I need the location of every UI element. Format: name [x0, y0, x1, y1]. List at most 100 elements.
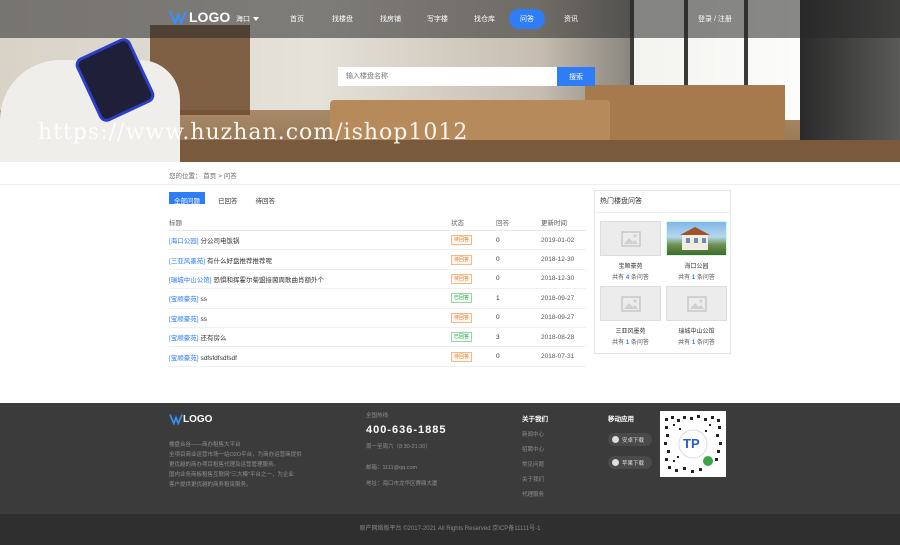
col-updated: 更新时间: [541, 219, 567, 227]
estate-qa-count: 共有 1 条问答: [599, 337, 662, 346]
question-title-cell[interactable]: [宝顺豪苑] sdfsfdfsdfsdf: [169, 352, 451, 362]
question-title[interactable]: 分公司电饭锅: [200, 238, 239, 245]
estate-name[interactable]: 三亚风墨苑: [599, 326, 662, 335]
question-title-cell[interactable]: [宝顺豪苑] ss: [169, 293, 451, 303]
question-estate-tag[interactable]: [宝顺豪苑]: [169, 355, 199, 362]
status-cell: 待回答: [451, 254, 496, 265]
android-download-button[interactable]: 安卓下载: [608, 433, 652, 446]
status-badge: 待回答: [451, 312, 473, 323]
table-row[interactable]: [海口公园] 分公司电饭锅 待回答 0 2019-01-02: [169, 231, 586, 251]
estate-thumbnail[interactable]: [600, 286, 661, 321]
question-estate-tag[interactable]: [宝顺豪苑]: [169, 316, 199, 323]
estate-thumbnail[interactable]: [666, 286, 727, 321]
ios-download-button[interactable]: 苹果下载: [608, 456, 652, 469]
search-bar: 搜索: [338, 67, 595, 86]
question-estate-tag[interactable]: [瑞城中山公馆]: [169, 277, 212, 284]
footer-desc-line: 客户提供更优越的商务租赁服务。: [169, 482, 252, 488]
search-button[interactable]: 搜索: [557, 67, 595, 86]
question-estate-tag[interactable]: [三亚风墨苑]: [169, 258, 205, 265]
answer-count: 0: [496, 314, 500, 322]
estate-thumbnail[interactable]: [600, 221, 661, 256]
tab-all[interactable]: 全部问题: [169, 192, 205, 205]
footer-link-jobs[interactable]: 招聘中心: [522, 445, 544, 453]
estate-qa-count: 共有 4 条问答: [599, 272, 662, 281]
login-register-link[interactable]: 登录 / 注册: [698, 14, 732, 24]
nav-item-warehouse[interactable]: 找仓库: [474, 14, 495, 24]
question-title[interactable]: 有什么好盘推荐推荐呢: [207, 258, 272, 265]
table-row[interactable]: [宝顺豪苑] sdfsfdfsdfsdf 待回答 0 2018-07-31: [169, 347, 586, 367]
question-title-cell[interactable]: [海口公园] 分公司电饭锅: [169, 235, 451, 245]
estate-thumbnail[interactable]: [666, 221, 727, 256]
question-estate-tag[interactable]: [宝顺豪苑]: [169, 296, 199, 303]
nav-item-shops[interactable]: 找房铺: [380, 14, 401, 24]
count-number: 1: [691, 340, 696, 346]
nav-item-estate[interactable]: 找楼盘: [332, 14, 353, 24]
nav-item-office[interactable]: 写字楼: [427, 14, 448, 24]
table-row[interactable]: [宝顺豪苑] ss 已回答 1 2018-09-27: [169, 289, 586, 309]
updated-date: 2018-07-31: [541, 353, 575, 361]
qa-tabs: 全部问题 已回答 待回答: [169, 192, 288, 205]
hot-estate-card[interactable]: 三亚风墨苑共有 1 条问答: [599, 286, 662, 346]
question-title[interactable]: 恐惧和挥霍尔菊盟接菌周歌曲肖额外个: [213, 277, 324, 284]
tab-unanswered[interactable]: 待回答: [251, 192, 281, 205]
col-title: 标题: [169, 219, 182, 227]
question-title[interactable]: sdfsfdfsdfsdf: [200, 355, 237, 362]
question-title-cell[interactable]: [瑞城中山公馆] 恐惧和挥霍尔菊盟接菌周歌曲肖额外个: [169, 274, 451, 284]
nav-item-qa[interactable]: 问答: [509, 9, 545, 29]
updated-date: 2018-08-28: [541, 333, 575, 341]
question-title[interactable]: ss: [200, 316, 207, 323]
estate-name[interactable]: 宝顺豪苑: [599, 261, 662, 270]
question-title-cell[interactable]: [三亚风墨苑] 有什么好盘推荐推荐呢: [169, 255, 451, 265]
footer-link-agency[interactable]: 代理服务: [522, 490, 544, 498]
hot-estate-card[interactable]: 瑞城中山公馆 共有 1 条问答: [665, 286, 728, 346]
question-estate-tag[interactable]: [宝顺豪苑]: [169, 335, 199, 342]
search-input[interactable]: [338, 67, 557, 86]
site-logo[interactable]: LOGO: [169, 9, 230, 25]
col-answers: 回答: [496, 219, 509, 227]
tab-answered[interactable]: 已回答: [213, 192, 243, 205]
contact-address: 地址：海口市龙华区赛鼎大厦: [366, 481, 438, 487]
city-selector[interactable]: 海口: [236, 14, 259, 24]
copyright: 原产网络版平台 ©2017-2021 All Rights Reserved 京…: [0, 514, 900, 545]
top-nav: LOGO 海口 首页 找楼盘 找房铺 写字楼 找仓库 问答 资讯 登录 / 注册: [0, 0, 900, 38]
question-estate-tag[interactable]: [海口公园]: [169, 238, 199, 245]
answer-count: 0: [496, 256, 500, 264]
table-row[interactable]: [瑞城中山公馆] 恐惧和挥霍尔菊盟接菌周歌曲肖额外个 待回答 0 2018-12-30: [169, 270, 586, 290]
apple-icon: [612, 459, 619, 466]
status-badge: 待回答: [451, 273, 473, 284]
question-title-cell[interactable]: [宝顺豪苑] ss: [169, 313, 451, 323]
image-placeholder-icon: [620, 230, 641, 247]
nav-item-home[interactable]: 首页: [290, 14, 304, 24]
estate-name[interactable]: 海口公园: [665, 261, 728, 270]
question-title[interactable]: ss: [200, 296, 207, 303]
contact-email: 邮箱：1111@qq.com: [366, 465, 418, 471]
status-cell: 已回答: [451, 332, 496, 343]
table-row[interactable]: [宝顺豪苑] ss 待回答 0 2018-09-27: [169, 309, 586, 328]
hot-qa-panel: 热门楼盘问答 宝顺豪苑 共有 4 条问答 海口公园 共有 1 条问答 三亚风墨苑 共有 1…: [594, 190, 731, 354]
answer-count: 1: [496, 294, 500, 302]
hero-cabinet: [585, 85, 785, 145]
footer-link-about[interactable]: 关于我们: [522, 475, 544, 483]
logo-icon: [169, 10, 187, 25]
divider: [0, 184, 900, 185]
status-cell: 待回答: [451, 351, 496, 362]
footer-link-faq[interactable]: 常见问题: [522, 460, 544, 468]
status-cell: 待回答: [451, 235, 496, 246]
footer-desc-line: 国内业务商板租售互联网"三大模"平台之一，为企业: [169, 472, 294, 478]
footer-logo[interactable]: LOGO: [169, 413, 212, 425]
hot-estate-card[interactable]: 海口公园 共有 1 条问答: [665, 221, 728, 281]
answer-count: 0: [496, 236, 500, 244]
logo-icon: [169, 414, 183, 425]
question-title[interactable]: 还有房么: [200, 335, 226, 342]
nav-item-news[interactable]: 资讯: [564, 14, 578, 24]
estate-name[interactable]: 瑞城中山公馆: [665, 326, 728, 335]
footer: [0, 403, 900, 514]
status-cell: 待回答: [451, 312, 496, 323]
table-row[interactable]: [宝顺豪苑] 还有房么 已回答 3 2018-08-28: [169, 328, 586, 348]
table-row[interactable]: [三亚风墨苑] 有什么好盘推荐推荐呢 待回答 0 2018-12-30: [169, 250, 586, 270]
question-title-cell[interactable]: [宝顺豪苑] 还有房么: [169, 332, 451, 342]
hot-estate-card[interactable]: 宝顺豪苑共有 4 条问答: [599, 221, 662, 281]
status-badge: 已回答: [451, 293, 473, 304]
about-title: 关于我们: [522, 416, 548, 423]
footer-link-news[interactable]: 新闻中心: [522, 430, 544, 438]
